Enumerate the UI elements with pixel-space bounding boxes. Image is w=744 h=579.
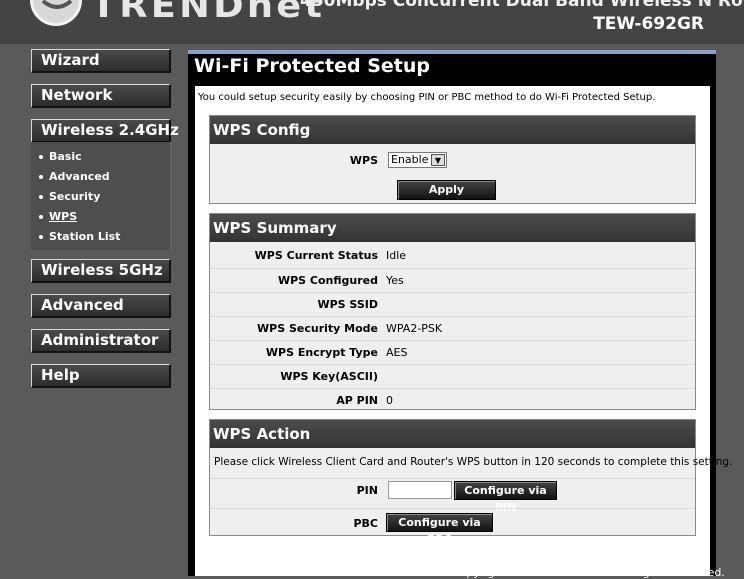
model-number: TEW-692GR	[593, 14, 704, 34]
dropdown-arrow-icon: ▼	[431, 154, 445, 166]
action-note-text: Please click Wireless Client Card and Ro…	[214, 456, 733, 468]
wps-summary-section: WPS Summary WPS Current Status Idle WPS …	[209, 213, 696, 410]
wps-action-section: WPS Action Please click Wireless Client …	[209, 419, 732, 546]
pin-label: PIN	[356, 484, 378, 497]
nav-advanced-button[interactable]: Advanced	[31, 294, 171, 318]
summary-value: Idle	[386, 249, 407, 262]
summary-label: WPS Security Mode	[257, 322, 378, 335]
content-area: You could setup security easily by choos…	[195, 86, 732, 576]
summary-value: 0	[386, 394, 393, 407]
bullet-icon	[39, 175, 43, 179]
summary-row: WPS SSID	[210, 292, 695, 316]
summary-row: WPS Current Status Idle	[210, 244, 695, 268]
panel-accent-bar	[188, 50, 716, 54]
wps-enable-row: WPS Enable ▼	[210, 149, 695, 173]
apply-button[interactable]: Apply	[397, 180, 496, 200]
summary-row: AP PIN 0	[210, 388, 695, 412]
summary-label: WPS Configured	[277, 274, 378, 287]
summary-row: WPS Key(ASCII)	[210, 364, 695, 388]
wireless-24ghz-submenu: Basic Advanced Security WPS Station List	[31, 142, 171, 250]
wps-label: WPS	[349, 154, 378, 167]
summary-value: WPA2-PSK	[386, 322, 443, 335]
pbc-row: PBC Configure via PBC	[210, 508, 695, 546]
summary-value	[386, 293, 695, 317]
page-title: Wi-Fi Protected Setup	[194, 55, 431, 77]
product-tagline: 450Mbps Concurrent Dual Band Wireless N …	[300, 0, 744, 11]
bullet-icon	[39, 195, 43, 199]
header-banner: TRENDnet 450Mbps Concurrent Dual Band Wi…	[0, 0, 744, 44]
summary-label: WPS Encrypt Type	[265, 346, 378, 359]
nav-wizard-button[interactable]: Wizard	[31, 49, 171, 73]
summary-row: WPS Configured Yes	[210, 268, 695, 292]
bullet-icon	[39, 155, 43, 159]
subnav-wps-link[interactable]: WPS	[39, 210, 77, 223]
section-heading: WPS Summary	[210, 214, 695, 242]
subnav-advanced-link[interactable]: Advanced	[39, 170, 110, 183]
wps-enable-select[interactable]: Enable ▼	[388, 152, 447, 168]
summary-label: AP PIN	[336, 394, 378, 407]
nav-wireless-24ghz-button[interactable]: Wireless 2.4GHz	[31, 119, 179, 143]
nav-network-button[interactable]: Network	[31, 84, 171, 108]
intro-text: You could setup security easily by choos…	[198, 92, 656, 103]
summary-row: WPS Security Mode WPA2-PSK	[210, 316, 695, 340]
subnav-security-link[interactable]: Security	[39, 190, 100, 203]
summary-value	[386, 365, 695, 389]
pin-input[interactable]	[388, 481, 452, 499]
pbc-label: PBC	[353, 517, 378, 530]
bullet-icon	[39, 235, 43, 239]
summary-label: WPS Key(ASCII)	[280, 370, 378, 383]
subnav-basic-link[interactable]: Basic	[39, 150, 82, 163]
subnav-station-list-link[interactable]: Station List	[39, 230, 120, 243]
configure-via-pbc-button[interactable]: Configure via PBC	[386, 513, 493, 546]
brand-name: TRENDnet	[91, 0, 326, 26]
summary-row: WPS Encrypt Type AES	[210, 340, 695, 364]
bullet-icon	[39, 215, 43, 219]
main-panel: Wi-Fi Protected Setup You could setup se…	[188, 50, 732, 576]
copyright-footer: Copyright ©2011 TRENDnet. All Rights Res…	[452, 566, 725, 579]
wps-config-section: WPS Config WPS Enable ▼ Apply	[209, 115, 696, 204]
configure-via-pin-button[interactable]: Configure via PIN	[454, 481, 557, 514]
summary-label: WPS SSID	[317, 298, 378, 311]
summary-value: Yes	[386, 274, 404, 287]
sidebar: Wizard Network Wireless 2.4GHz Basic Adv…	[0, 44, 184, 576]
section-heading: WPS Action	[210, 420, 695, 448]
nav-help-button[interactable]: Help	[31, 364, 171, 388]
trendnet-logo-icon	[30, 0, 82, 26]
nav-administrator-button[interactable]: Administrator	[31, 329, 171, 353]
summary-value: AES	[386, 346, 408, 359]
summary-label: WPS Current Status	[254, 249, 378, 262]
pin-row: PIN Configure via PIN	[210, 478, 695, 514]
section-heading: WPS Config	[210, 116, 695, 144]
nav-wireless-5ghz-button[interactable]: Wireless 5GHz	[31, 259, 171, 283]
